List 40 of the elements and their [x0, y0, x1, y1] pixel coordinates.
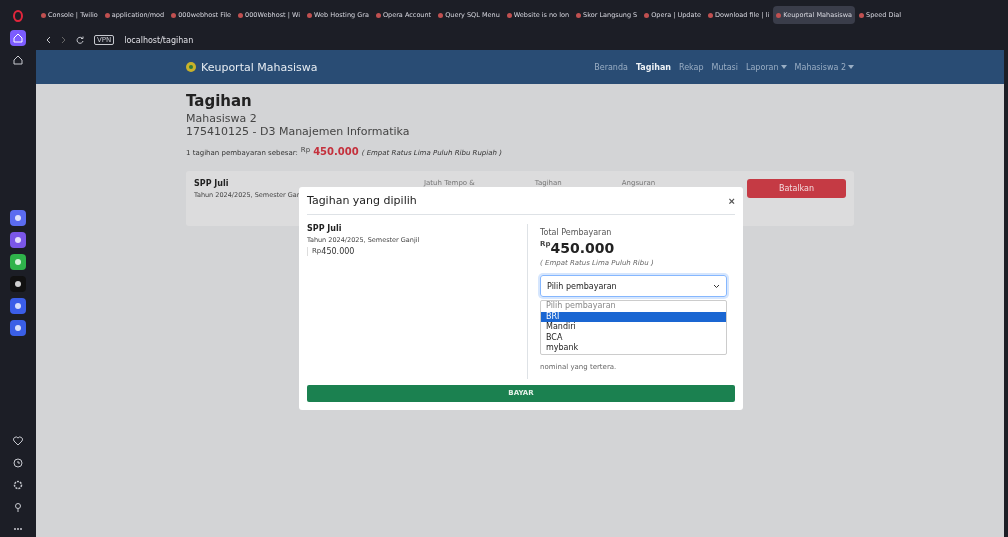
app-shortcut-icon[interactable] [10, 254, 26, 270]
nav-link[interactable]: Rekap [679, 62, 704, 72]
back-icon[interactable] [46, 36, 51, 44]
total-amount: 450.000 [550, 240, 615, 256]
chevron-icon [713, 283, 720, 289]
dropdown-option[interactable]: BRI [541, 311, 726, 322]
item-name: SPP Juli [307, 224, 343, 233]
close-button[interactable]: × [728, 194, 735, 207]
item-amount: 450.000 [321, 247, 355, 256]
browser-logo-icon[interactable] [10, 8, 26, 24]
modal-title: Tagihan yang dipilih [307, 194, 417, 207]
total-label: Total Pembayaran [540, 228, 613, 237]
app-shortcut-icon[interactable] [10, 210, 26, 226]
home-icon[interactable] [10, 30, 26, 46]
nav-link[interactable]: Mutasi [711, 62, 738, 72]
nav-link[interactable]: Beranda [594, 62, 628, 72]
logo-icon [186, 62, 196, 72]
student-name: Mahasiswa 2 [186, 112, 258, 125]
dropdown-option[interactable]: BCA [541, 332, 726, 343]
app-shortcut-icon[interactable] [10, 276, 26, 292]
nav-link[interactable]: Tagihan [635, 62, 671, 72]
reload-icon[interactable] [76, 36, 84, 44]
page-title: Tagihan [186, 92, 253, 110]
payment-select[interactable]: Pilih pembayaran [540, 275, 727, 297]
student-id: 175410125 - D3 Manajemen Informatika [186, 125, 411, 138]
cancel-button[interactable]: Batalkan [747, 179, 846, 198]
bill-name: SPP Juli [194, 179, 230, 188]
app-shortcut-icon[interactable] [10, 298, 26, 314]
nav-link[interactable]: Mahasiswa 2 [794, 62, 854, 72]
clock-icon[interactable] [10, 455, 26, 471]
dropdown-option[interactable]: mybank [541, 343, 726, 354]
dropdown-option[interactable]: Pilih pembayaran [541, 301, 726, 312]
app-shortcut-icon[interactable] [10, 320, 26, 336]
app-shortcut-icon[interactable] [10, 232, 26, 248]
brand-name[interactable]: Keuportal Mahasiswa [201, 60, 318, 74]
address-field[interactable]: localhost/tagihan [124, 35, 194, 45]
nav-link[interactable]: Laporan [746, 62, 787, 72]
dropdown-option[interactable]: Mandiri [541, 322, 726, 333]
summary-amount: 450.000 [313, 146, 359, 157]
forward-icon[interactable] [61, 36, 66, 44]
